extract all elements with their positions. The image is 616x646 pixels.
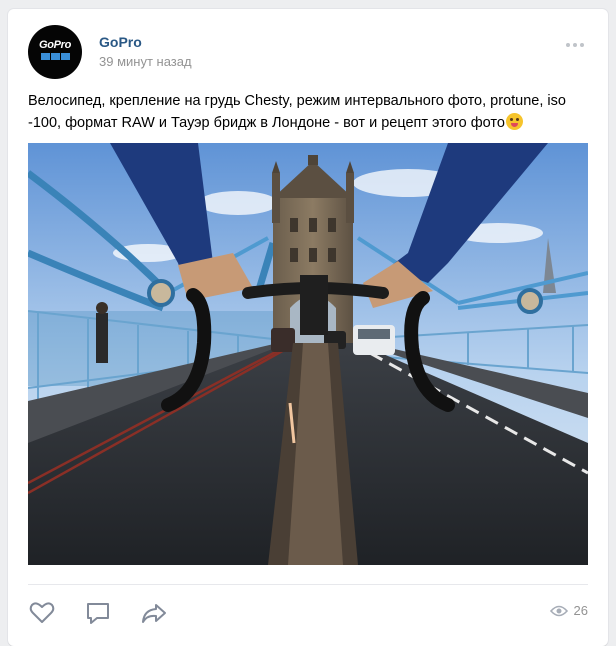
avatar[interactable]: GoPro — [28, 25, 82, 79]
logo-bars — [40, 53, 70, 60]
post-card: GoPro GoPro 39 минут назад Велосипед, кр… — [8, 9, 608, 646]
actions-divider — [28, 584, 588, 585]
views-counter: 26 — [549, 603, 588, 618]
author-name[interactable]: GoPro — [99, 34, 142, 50]
more-options-icon[interactable] — [562, 39, 588, 51]
share-button[interactable] — [140, 599, 168, 627]
post-actions: 26 — [28, 595, 588, 631]
eye-icon — [549, 605, 568, 616]
gopro-logo: GoPro — [34, 39, 76, 65]
comment-button[interactable] — [84, 599, 112, 627]
post-text: Велосипед, крепление на грудь Chesty, ре… — [28, 90, 573, 134]
like-button[interactable] — [28, 599, 56, 627]
post-text-body: Велосипед, крепление на грудь Chesty, ре… — [28, 93, 566, 131]
comment-icon — [87, 603, 109, 624]
share-icon — [142, 604, 166, 623]
post-header: GoPro GoPro 39 минут назад — [28, 25, 588, 81]
logo-text: GoPro — [38, 39, 72, 51]
heart-icon — [29, 602, 55, 623]
tongue-emoji-icon — [505, 113, 523, 130]
post-time[interactable]: 39 минут назад — [99, 54, 192, 69]
post-photo[interactable] — [28, 143, 588, 565]
views-count: 26 — [573, 603, 588, 618]
